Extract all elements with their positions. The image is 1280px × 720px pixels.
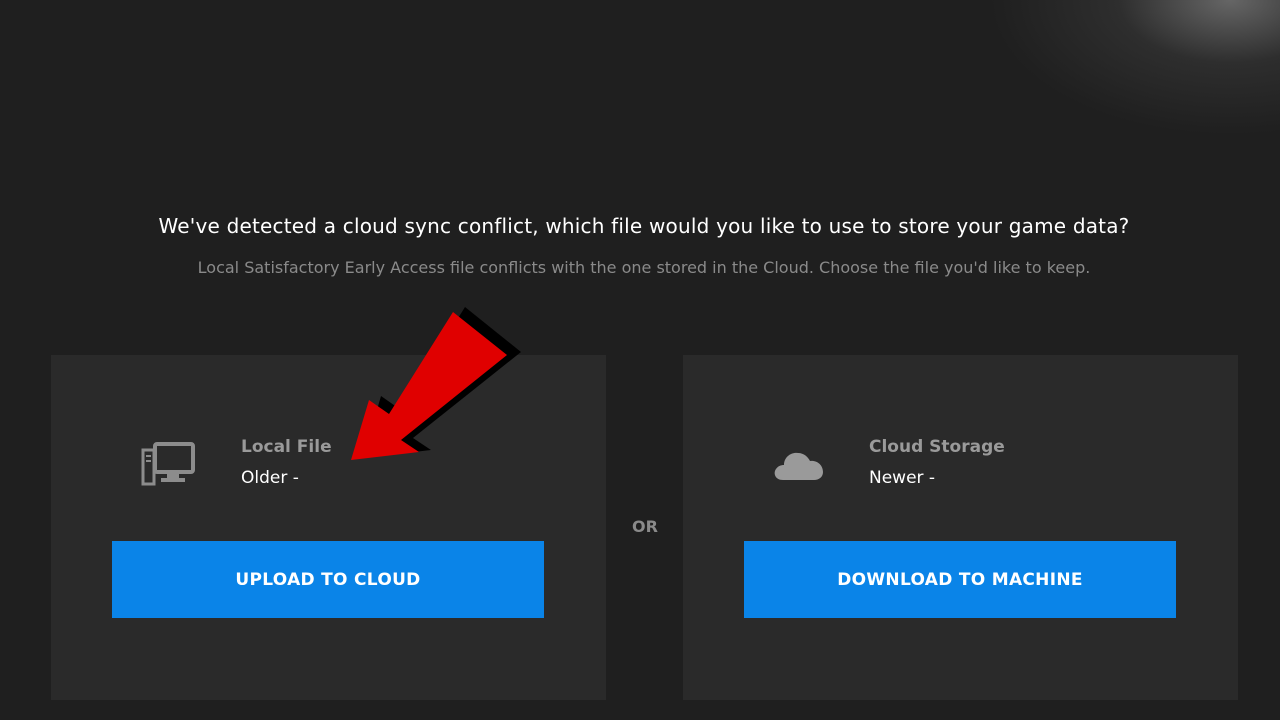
cloud-storage-card: Cloud Storage Newer - DOWNLOAD TO MACHIN… (683, 355, 1238, 700)
desktop-computer-icon (141, 442, 195, 486)
or-separator: OR (632, 517, 658, 536)
sync-conflict-screen: We've detected a cloud sync conflict, wh… (0, 0, 1280, 720)
cloud-storage-age: Newer - (869, 468, 936, 488)
dialog-subheading: Local Satisfactory Early Access file con… (197, 258, 1091, 277)
cloud-icon (774, 452, 823, 480)
local-file-title: Local File (241, 437, 332, 457)
dialog-heading: We've detected a cloud sync conflict, wh… (158, 214, 1130, 238)
local-file-card: Local File Older - UPLOAD TO CLOUD (51, 355, 606, 700)
upload-to-cloud-button[interactable]: UPLOAD TO CLOUD (112, 541, 544, 618)
local-file-age: Older - (241, 468, 299, 488)
cloud-storage-title: Cloud Storage (869, 437, 1005, 457)
download-to-machine-button[interactable]: DOWNLOAD TO MACHINE (744, 541, 1176, 618)
